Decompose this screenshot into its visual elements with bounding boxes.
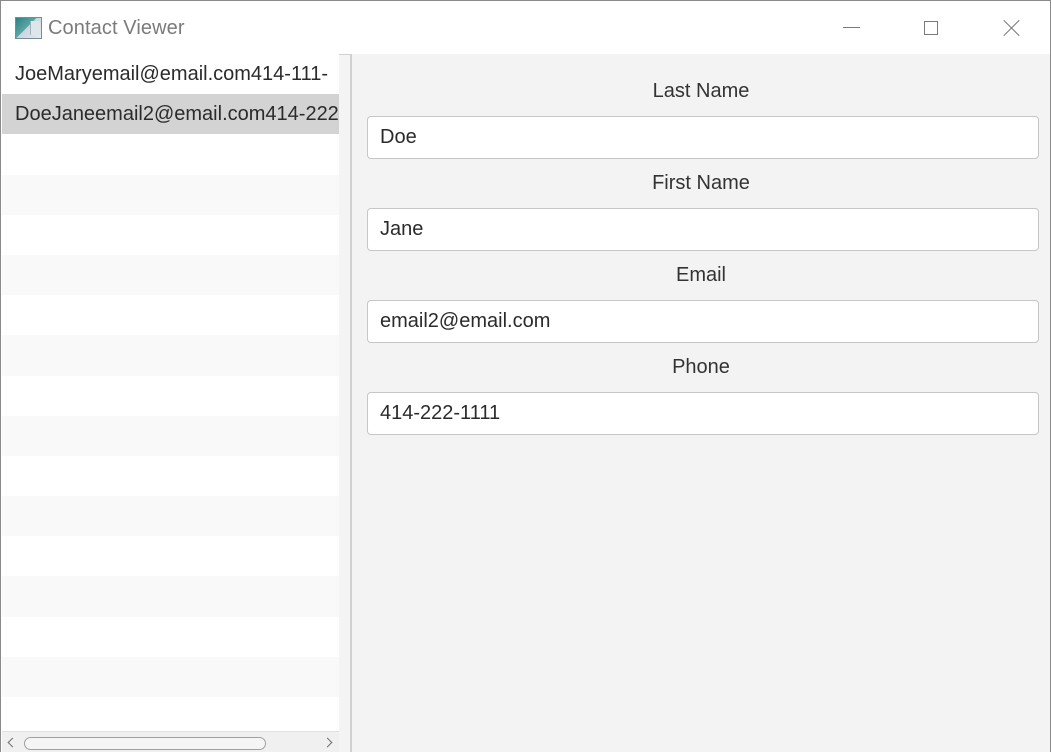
email-field[interactable] (367, 300, 1039, 343)
empty-list-row (2, 254, 339, 296)
empty-list-row (2, 335, 339, 376)
email-label: Email (675, 264, 726, 286)
title-bar[interactable]: Contact Viewer (1, 1, 1050, 54)
minimize-button[interactable] (811, 1, 891, 54)
empty-list-row (2, 656, 339, 697)
contact-list-viewport[interactable]: JoeMaryemail@email.com414-111- DoeJaneem… (2, 54, 339, 731)
scroll-right-button[interactable] (322, 736, 337, 750)
scrollbar-thumb[interactable] (24, 737, 266, 750)
list-item-label: JoeMaryemail@email.com414-111- (15, 63, 329, 85)
empty-list-row (2, 174, 339, 215)
empty-list-row (2, 456, 339, 496)
chevron-right-icon (322, 737, 333, 748)
scroll-left-button[interactable] (4, 736, 18, 750)
phone-field[interactable] (367, 392, 1039, 435)
list-item-selected[interactable]: DoeJaneemail2@email.com414-222 (2, 94, 339, 135)
horizontal-scrollbar[interactable] (2, 731, 339, 752)
maximize-button[interactable] (891, 1, 971, 54)
contact-list[interactable]: JoeMaryemail@email.com414-111- DoeJaneem… (2, 54, 351, 752)
close-icon (1003, 19, 1020, 36)
empty-list-row (2, 415, 339, 456)
maximize-icon (924, 20, 938, 35)
list-item-label: DoeJaneemail2@email.com414-222 (15, 103, 339, 126)
empty-list-row (2, 295, 339, 335)
empty-list-row (2, 617, 339, 657)
empty-list-row (2, 215, 339, 255)
first-name-label: First Name (652, 172, 750, 194)
empty-list-row (2, 376, 339, 416)
last-name-label: Last Name (652, 80, 750, 102)
phone-label: Phone (672, 356, 730, 378)
app-icon (15, 17, 42, 39)
contact-viewer-window: Contact Viewer JoeMaryemail@email.com414… (0, 0, 1051, 752)
empty-list-row (2, 536, 339, 576)
window-title: Contact Viewer (48, 17, 185, 39)
empty-list-row (2, 697, 339, 731)
first-name-field[interactable] (367, 208, 1039, 251)
last-name-field[interactable] (367, 116, 1039, 159)
contact-detail-form: Last Name First Name Email Phone (352, 54, 1050, 752)
empty-list-row (2, 134, 339, 174)
empty-list-row (2, 496, 339, 537)
chevron-left-icon (7, 737, 18, 748)
list-item[interactable]: JoeMaryemail@email.com414-111- (2, 54, 339, 94)
empty-list-row (2, 576, 339, 617)
minimize-icon (842, 27, 860, 28)
close-button[interactable] (971, 1, 1051, 54)
